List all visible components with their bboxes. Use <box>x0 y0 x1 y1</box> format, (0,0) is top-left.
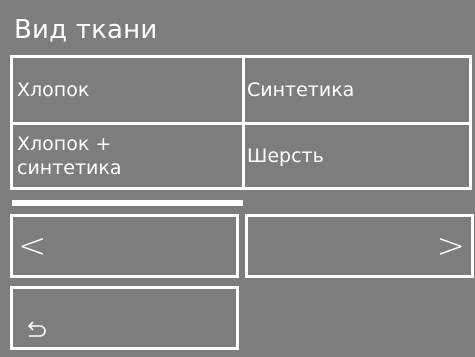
option-label: Шерсть <box>247 145 324 167</box>
return-arrow-icon <box>27 321 46 337</box>
previous-page-button[interactable]: < <box>10 214 239 278</box>
option-label: Хлопок + синтетика <box>17 133 122 179</box>
chevron-right-icon: > <box>436 226 466 266</box>
back-button[interactable] <box>10 286 239 350</box>
page-progress-bar <box>12 200 243 206</box>
option-synthetics[interactable]: Синтетика <box>247 58 471 122</box>
option-label: Хлопок <box>17 79 90 101</box>
option-wool[interactable]: Шерсть <box>247 125 471 187</box>
fabric-type-grid: Хлопок Синтетика Хлопок + синтетика Шерс… <box>10 55 472 190</box>
page-title: Вид ткани <box>14 15 158 45</box>
option-label: Синтетика <box>247 79 355 101</box>
next-page-button[interactable]: > <box>245 214 474 278</box>
option-cotton-synthetics[interactable]: Хлопок + синтетика <box>17 125 241 187</box>
chevron-left-icon: < <box>18 226 47 266</box>
option-cotton[interactable]: Хлопок <box>17 58 241 122</box>
